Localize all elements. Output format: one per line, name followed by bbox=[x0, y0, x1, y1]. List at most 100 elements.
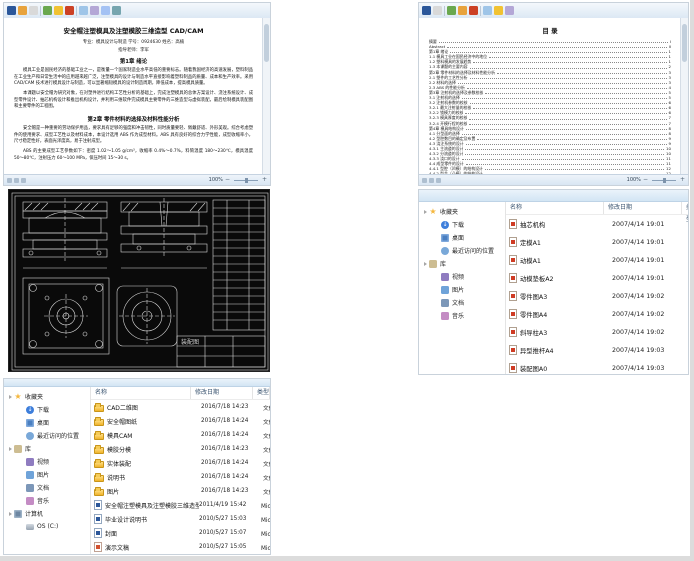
sidebar-item[interactable]: 桌面 bbox=[4, 416, 90, 429]
file-row[interactable]: CAD二维图 2016/7/18 14:23 文件夹 bbox=[91, 400, 270, 414]
toolbar-button[interactable] bbox=[43, 6, 52, 15]
toolbar-button[interactable] bbox=[7, 6, 16, 15]
zoom-in-button[interactable]: + bbox=[680, 177, 685, 183]
column-header-name[interactable]: 名称 bbox=[506, 202, 604, 214]
sidebar-item[interactable]: 下载 bbox=[419, 218, 505, 231]
sidebar-item[interactable]: 音乐 bbox=[4, 494, 90, 507]
document-page: 安全帽注塑模具及注塑模胶三维造型 CAD/CAM 专业：模具设计与制造 学号：0… bbox=[4, 18, 263, 175]
toolbar-button[interactable] bbox=[65, 6, 74, 15]
sidebar-icon bbox=[441, 312, 449, 320]
file-name: 斜导柱A3 bbox=[520, 328, 612, 337]
file-row[interactable]: 模胶分模 2016/7/18 14:23 文件夹 bbox=[91, 442, 270, 456]
file-row[interactable]: 装配图A0 2007/4/14 19:03 DWG 文件 bbox=[506, 359, 688, 374]
file-row[interactable]: 抽芯机构 2007/4/14 19:01 DWG 文件 bbox=[506, 215, 688, 233]
file-row[interactable]: 零件图A4 2007/4/14 19:02 DWG 文件 bbox=[506, 305, 688, 323]
toolbar-button[interactable] bbox=[422, 6, 431, 15]
sidebar-item[interactable]: 视频 bbox=[419, 270, 505, 283]
file-row[interactable]: 斜导柱A3 2007/4/14 19:02 DWG 文件 bbox=[506, 323, 688, 341]
vertical-scrollbar[interactable] bbox=[262, 18, 270, 175]
vertical-scrollbar[interactable] bbox=[680, 18, 688, 175]
file-row[interactable]: 定模A1 2007/4/14 19:01 DWG 文件 bbox=[506, 233, 688, 251]
file-type: Microsoft Word 文档 bbox=[261, 501, 270, 510]
file-row[interactable]: 零件图A3 2007/4/14 19:02 DWG 文件 bbox=[506, 287, 688, 305]
file-row[interactable]: 图片 2016/7/18 14:23 文件夹 bbox=[91, 484, 270, 498]
toolbar-button[interactable] bbox=[18, 6, 27, 15]
sidebar-item[interactable]: 图片 bbox=[419, 283, 505, 296]
toolbar-button[interactable] bbox=[505, 6, 514, 15]
toolbar-button[interactable] bbox=[29, 6, 38, 15]
toolbar-button[interactable] bbox=[458, 6, 467, 15]
zoom-slider[interactable] bbox=[234, 180, 258, 181]
sidebar-item[interactable]: 计算机 bbox=[4, 507, 90, 520]
file-row[interactable]: 实体装配 2016/7/18 14:24 文件夹 bbox=[91, 456, 270, 470]
file-name: 零件图A4 bbox=[520, 310, 612, 319]
expand-arrow-icon[interactable] bbox=[424, 262, 427, 266]
sidebar-item[interactable]: 收藏夹 bbox=[4, 390, 90, 403]
scrollbar-thumb[interactable] bbox=[682, 24, 687, 62]
sidebar-item[interactable]: OS (C:) bbox=[4, 520, 90, 533]
sidebar-item[interactable]: 库 bbox=[4, 442, 90, 455]
file-row[interactable]: 封面 2010/5/27 15:07 Microsoft Word 文档 bbox=[91, 526, 270, 540]
toolbar-button[interactable] bbox=[101, 6, 110, 15]
file-row[interactable]: 说明书 2016/7/18 14:24 文件夹 bbox=[91, 470, 270, 484]
column-header-name[interactable]: 名称 bbox=[91, 387, 191, 399]
column-header-date[interactable]: 修改日期 bbox=[604, 202, 682, 214]
dwg-file-icon bbox=[509, 219, 517, 229]
file-row[interactable]: 模具CAM 2016/7/18 14:24 文件夹 bbox=[91, 428, 270, 442]
toolbar-button[interactable] bbox=[469, 6, 478, 15]
expand-arrow-icon[interactable] bbox=[9, 395, 12, 399]
expand-arrow-icon[interactable] bbox=[9, 512, 12, 516]
toolbar-button[interactable] bbox=[54, 6, 63, 15]
sidebar-item[interactable]: 下载 bbox=[4, 403, 90, 416]
toolbar-button[interactable] bbox=[447, 6, 456, 15]
sidebar-icon bbox=[26, 497, 34, 505]
file-icon bbox=[94, 433, 104, 440]
toc-dot-leader bbox=[473, 108, 666, 109]
column-header-type[interactable]: 类型 bbox=[253, 387, 270, 399]
cad-drawing-panel: 装配图 bbox=[8, 189, 270, 372]
zoom-out-button[interactable]: − bbox=[225, 177, 230, 183]
file-row[interactable]: 毕业设计说明书 2010/5/27 15:03 Microsoft Word 文… bbox=[91, 512, 270, 526]
file-name: 动模垫板A2 bbox=[520, 274, 612, 283]
column-header-type[interactable]: 类型 bbox=[682, 202, 688, 214]
sidebar-icon bbox=[26, 432, 34, 440]
file-icon bbox=[94, 405, 104, 412]
screenshot-canvas: 安全帽注塑模具及注塑模胶三维造型 CAD/CAM 专业：模具设计与制造 学号：0… bbox=[0, 0, 694, 561]
column-header-date[interactable]: 修改日期 bbox=[191, 387, 253, 399]
toolbar-button[interactable] bbox=[433, 6, 442, 15]
sidebar-item[interactable]: 视频 bbox=[4, 455, 90, 468]
zoom-out-button[interactable]: − bbox=[643, 177, 648, 183]
toc-dot-leader bbox=[489, 57, 667, 58]
expand-arrow-icon[interactable] bbox=[424, 210, 427, 214]
dwg-file-icon bbox=[509, 309, 517, 319]
sidebar-item[interactable]: 最近访问的位置 bbox=[4, 429, 90, 442]
sidebar-item[interactable]: 图片 bbox=[4, 468, 90, 481]
scrollbar-thumb[interactable] bbox=[264, 24, 269, 62]
sidebar-item[interactable]: 最近访问的位置 bbox=[419, 244, 505, 257]
sidebar-item[interactable]: 文档 bbox=[419, 296, 505, 309]
file-row[interactable]: 动模垫板A2 2007/4/14 19:01 DWG 文件 bbox=[506, 269, 688, 287]
toc-dot-leader bbox=[477, 139, 666, 140]
sidebar-item[interactable]: 桌面 bbox=[419, 231, 505, 244]
toolbar-button[interactable] bbox=[79, 6, 88, 15]
file-row[interactable]: 异型推杆A4 2007/4/14 19:03 DWG 文件 bbox=[506, 341, 688, 359]
toc-dot-leader bbox=[465, 149, 664, 150]
toolbar-button[interactable] bbox=[112, 6, 121, 15]
sidebar-item[interactable]: 库 bbox=[419, 257, 505, 270]
file-row[interactable]: 安全帽注塑模具及注塑模胶三维造型 2011/4/19 15:42 Microso… bbox=[91, 498, 270, 512]
sidebar-item[interactable]: 音乐 bbox=[419, 309, 505, 322]
zoom-in-button[interactable]: + bbox=[262, 177, 267, 183]
toolbar-button[interactable] bbox=[483, 6, 492, 15]
file-row[interactable]: 演示文稿 2010/5/27 15:05 Microsoft PowerPoin… bbox=[91, 540, 270, 554]
file-name: 装配图A0 bbox=[520, 364, 612, 373]
expand-arrow-icon[interactable] bbox=[9, 447, 12, 451]
explorer-window-project-folder: 收藏夹 下载 桌面 bbox=[3, 378, 271, 555]
toolbar-button[interactable] bbox=[90, 6, 99, 15]
sidebar-item[interactable]: 收藏夹 bbox=[419, 205, 505, 218]
toolbar-button[interactable] bbox=[494, 6, 503, 15]
zoom-slider[interactable] bbox=[652, 180, 676, 181]
file-row[interactable]: 安全帽图纸 2016/7/18 14:24 文件夹 bbox=[91, 414, 270, 428]
file-list-pane: 名称 修改日期 类型 抽芯机构 2007/4/14 19:01 DWG 文件 bbox=[506, 202, 688, 374]
sidebar-item[interactable]: 文档 bbox=[4, 481, 90, 494]
file-row[interactable]: 动模A1 2007/4/14 19:01 DWG 文件 bbox=[506, 251, 688, 269]
